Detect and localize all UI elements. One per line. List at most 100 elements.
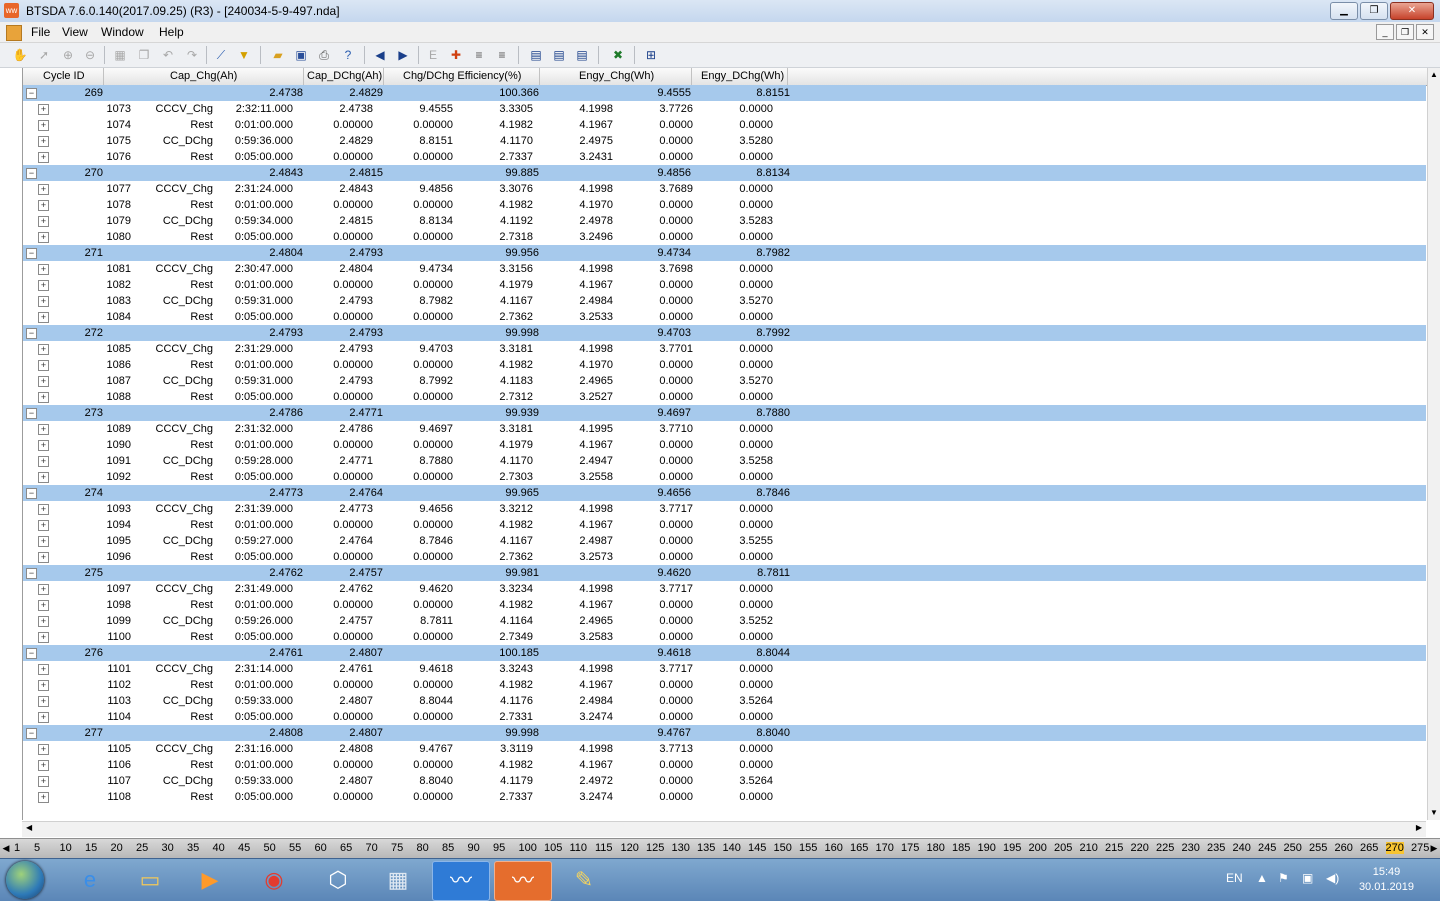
pager-item[interactable]: 265 — [1360, 842, 1378, 854]
step-row[interactable]: +1098 Rest 0:01:00.000 0.00000 0.00000 4.1982… — [23, 597, 1426, 613]
zoom-out-icon[interactable]: ⊖ — [82, 47, 98, 63]
step-row[interactable]: +1101 CCCV_Chg 2:31:14.000 2.4761 9.4618 3.32… — [23, 661, 1426, 677]
cycle-row[interactable]: − 277 2.4808 2.4807 99.998 9.4767 8.8040 — [23, 725, 1426, 741]
menu-view[interactable]: View — [62, 25, 88, 39]
expand-icon[interactable]: + — [38, 680, 49, 691]
start-orb-icon[interactable] — [6, 861, 44, 899]
expand-icon[interactable]: + — [38, 184, 49, 195]
step-row[interactable]: +1085 CCCV_Chg 2:31:29.000 2.4793 9.4703 3.31… — [23, 341, 1426, 357]
menu-window[interactable]: Window — [101, 25, 144, 39]
step-row[interactable]: +1093 CCCV_Chg 2:31:39.000 2.4773 9.4656 3.32… — [23, 501, 1426, 517]
maximize-button[interactable]: ❐ — [1360, 2, 1388, 20]
step-row[interactable]: +1082 Rest 0:01:00.000 0.00000 0.00000 4.1979… — [23, 277, 1426, 293]
step-row[interactable]: +1105 CCCV_Chg 2:31:16.000 2.4808 9.4767 3.31… — [23, 741, 1426, 757]
save-icon[interactable]: ▣ — [293, 47, 309, 63]
pager-item[interactable]: 260 — [1335, 842, 1353, 854]
step-row[interactable]: +1081 CCCV_Chg 2:30:47.000 2.4804 9.4734 3.31… — [23, 261, 1426, 277]
pager-item[interactable]: 180 — [927, 842, 945, 854]
step-row[interactable]: +1092 Rest 0:05:00.000 0.00000 0.00000 2.7303… — [23, 469, 1426, 485]
pager-item[interactable]: 225 — [1156, 842, 1174, 854]
step-row[interactable]: +1103 CC_DChg 0:59:33.000 2.4807 8.8044 4.117… — [23, 693, 1426, 709]
measure-icon[interactable]: ⟋ — [213, 47, 229, 63]
pager-item[interactable]: 95 — [493, 842, 505, 854]
expand-icon[interactable]: + — [38, 424, 49, 435]
mdi-restore-button[interactable]: ❐ — [1396, 24, 1414, 40]
expand-icon[interactable]: + — [38, 712, 49, 723]
expand-icon[interactable]: + — [38, 792, 49, 803]
expand-icon[interactable]: + — [38, 584, 49, 595]
btsda-blue-icon[interactable]: 〰 — [432, 861, 490, 901]
step-row[interactable]: +1074 Rest 0:01:00.000 0.00000 0.00000 4.1982… — [23, 117, 1426, 133]
expand-icon[interactable]: + — [38, 632, 49, 643]
step-row[interactable]: +1107 CC_DChg 0:59:33.000 2.4807 8.8040 4.117… — [23, 773, 1426, 789]
expand-icon[interactable]: + — [38, 232, 49, 243]
menu-file[interactable]: File — [31, 25, 50, 39]
pager-item[interactable]: 100 — [519, 842, 537, 854]
pager-item[interactable]: 50 — [264, 842, 276, 854]
pager-prev-icon[interactable]: ◀ — [1, 841, 11, 855]
pager-item[interactable]: 60 — [315, 842, 327, 854]
pager-item[interactable]: 105 — [544, 842, 562, 854]
chrome-icon[interactable]: ◉ — [246, 861, 302, 899]
collapse-icon[interactable]: − — [26, 168, 37, 179]
document-icon[interactable] — [6, 25, 22, 41]
step-row[interactable]: +1089 CCCV_Chg 2:31:32.000 2.4786 9.4697 3.31… — [23, 421, 1426, 437]
pager-item[interactable]: 85 — [442, 842, 454, 854]
collapse-icon[interactable]: − — [26, 328, 37, 339]
step-row[interactable]: +1099 CC_DChg 0:59:26.000 2.4757 8.7811 4.116… — [23, 613, 1426, 629]
scroll-up-icon[interactable]: ▲ — [1430, 70, 1438, 79]
pager-item[interactable]: 45 — [238, 842, 250, 854]
pager-item[interactable]: 5 — [34, 842, 40, 854]
step-row[interactable]: +1083 CC_DChg 0:59:31.000 2.4793 8.7982 4.116… — [23, 293, 1426, 309]
expand-icon[interactable]: + — [38, 152, 49, 163]
undo-icon[interactable]: ↶ — [160, 47, 176, 63]
pager-item[interactable]: 210 — [1080, 842, 1098, 854]
expand-icon[interactable]: + — [38, 296, 49, 307]
redo-icon[interactable]: ↷ — [184, 47, 200, 63]
pager-item[interactable]: 70 — [366, 842, 378, 854]
step-row[interactable]: +1086 Rest 0:01:00.000 0.00000 0.00000 4.1982… — [23, 357, 1426, 373]
step-row[interactable]: +1076 Rest 0:05:00.000 0.00000 0.00000 2.7337… — [23, 149, 1426, 165]
pager-item[interactable]: 90 — [468, 842, 480, 854]
scroll-down-icon[interactable]: ▼ — [1430, 808, 1438, 817]
pager-item[interactable]: 185 — [952, 842, 970, 854]
pager-item[interactable]: 135 — [697, 842, 715, 854]
horizontal-scrollbar[interactable]: ◀ ▶ — [22, 821, 1426, 837]
pager-item[interactable]: 110 — [570, 842, 588, 854]
column-header-engy-chg[interactable]: Engy_Chg(Wh) — [579, 70, 654, 82]
expand-icon[interactable]: + — [38, 264, 49, 275]
expand-icon[interactable]: + — [38, 392, 49, 403]
collapse-icon[interactable]: − — [26, 568, 37, 579]
pager-item[interactable]: 35 — [187, 842, 199, 854]
menu-help[interactable]: Help — [159, 25, 184, 39]
pager-item[interactable]: 120 — [621, 842, 639, 854]
app-icon[interactable]: ww — [4, 3, 19, 18]
pager-item[interactable]: 240 — [1233, 842, 1251, 854]
table3-icon[interactable]: ▤ — [574, 47, 590, 63]
step-row[interactable]: +1102 Rest 0:01:00.000 0.00000 0.00000 4.1982… — [23, 677, 1426, 693]
pager-item[interactable]: 170 — [876, 842, 894, 854]
action-center-icon[interactable]: ⚑ — [1278, 871, 1289, 885]
pager-item[interactable]: 15 — [85, 842, 97, 854]
expand-icon[interactable]: + — [38, 200, 49, 211]
export-icon[interactable]: ⊞ — [643, 47, 659, 63]
step-row[interactable]: +1079 CC_DChg 0:59:34.000 2.4815 8.8134 4.119… — [23, 213, 1426, 229]
pager-item[interactable]: 65 — [340, 842, 352, 854]
pager-item[interactable]: 275 — [1411, 842, 1429, 854]
step-row[interactable]: +1097 CCCV_Chg 2:31:49.000 2.4762 9.4620 3.32… — [23, 581, 1426, 597]
pager-item[interactable]: 270 — [1385, 842, 1404, 854]
column-header-cycle-id[interactable]: Cycle ID — [43, 70, 85, 82]
column-header-cap-dchg[interactable]: Cap_DChg(Ah) — [307, 70, 382, 82]
filter-icon[interactable]: ▼ — [236, 47, 252, 63]
step-row[interactable]: +1090 Rest 0:01:00.000 0.00000 0.00000 4.1979… — [23, 437, 1426, 453]
step-row[interactable]: +1084 Rest 0:05:00.000 0.00000 0.00000 2.7362… — [23, 309, 1426, 325]
expand-icon[interactable]: + — [38, 104, 49, 115]
expand-icon[interactable]: + — [38, 744, 49, 755]
expand-icon[interactable]: + — [38, 520, 49, 531]
grid-icon[interactable]: ▦ — [112, 47, 128, 63]
step-row[interactable]: +1091 CC_DChg 0:59:28.000 2.4771 8.7880 4.117… — [23, 453, 1426, 469]
print-icon[interactable]: ⎙ — [316, 47, 332, 63]
column-header-efficiency[interactable]: Chg/DChg Efficiency(%) — [403, 70, 521, 82]
pager-item[interactable]: 250 — [1284, 842, 1302, 854]
mdi-close-button[interactable]: ✕ — [1416, 24, 1434, 40]
